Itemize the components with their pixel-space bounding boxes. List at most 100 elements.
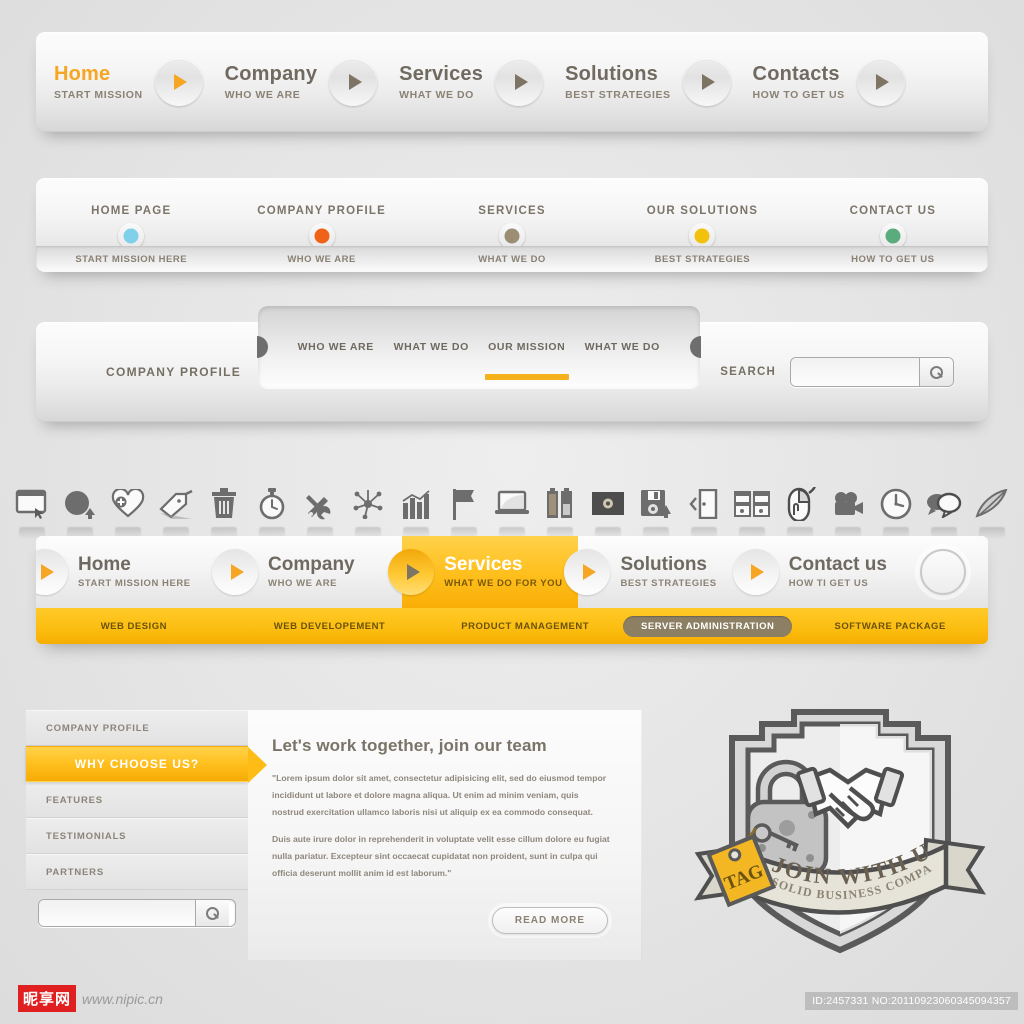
sidebar-item-company-profile[interactable]: COMPANY PROFILE [26,710,248,746]
orange-nav-item-services[interactable]: Services WHAT WE DO FOR YOU [388,536,579,608]
sidebar-search-input[interactable] [39,900,195,926]
icon-set-row [12,458,1012,528]
play-button-4[interactable] [682,58,731,106]
substrip-item-web-developement[interactable]: WEB DEVELOPEMENT [232,621,428,632]
nav-item-title: Solutions [565,62,658,85]
play-triangle-icon [751,564,765,580]
pie-chart-upload-icon[interactable] [60,480,100,528]
play-button-2[interactable] [329,58,378,106]
nav-item-title: Services [399,62,484,85]
orange-nav-title: Contact us [788,554,887,576]
trash-icon[interactable] [204,480,244,528]
floppy-save-icon[interactable] [636,480,676,528]
stopwatch-icon[interactable] [252,480,292,528]
play-button-3[interactable] [495,58,544,106]
circle-button[interactable] [920,549,966,595]
sidebar-item-testimonials[interactable]: TESTIMONIALS [26,818,248,854]
heart-plus-icon[interactable] [108,480,148,528]
search-label: SEARCH [720,366,776,378]
play-triangle-icon [406,564,420,580]
dotted-nav-subtitle: HOW TO GET US [851,253,935,265]
substrip-item-web-design[interactable]: WEB DESIGN [36,621,232,632]
dotted-nav-title: OUR SOLUTIONS [646,205,759,217]
search-input[interactable] [791,358,919,386]
orange-nav-item-contact-us[interactable]: Contact us HOW TI GET US [732,536,920,608]
orange-nav-item-company[interactable]: Company WHO WE ARE [212,536,402,608]
read-more-button[interactable]: READ MORE [491,907,608,934]
sidebar-search-area [26,890,248,927]
watermark: 昵享网 www.nipic.cn [18,985,163,1012]
substrip-item-server-administration[interactable]: SERVER ADMINISTRATION [623,615,793,637]
orange-nav-title: Services [444,554,523,576]
play-button-1[interactable] [154,58,203,106]
orange-nav-item-home[interactable]: Home START MISSION HERE [36,536,226,608]
dotted-nav-bar: HOME PAGE COMPANY PROFILE SERVICES OUR S… [36,178,988,272]
dotted-nav-subtitle: START MISSION HERE [75,253,188,265]
mouse-click-icon[interactable] [780,480,820,528]
play-button-5[interactable] [856,58,905,106]
play-button-contact[interactable] [732,549,779,595]
search-area: SEARCH [720,357,954,387]
bar-chart-icon[interactable] [396,480,436,528]
sidebar-search-box[interactable] [38,899,236,927]
panel-paragraph-1: "Lorem ipsum dolor sit amet, consectetur… [272,773,607,817]
windows-grid-icon[interactable] [732,480,772,528]
nav-item-subtitle: WHO WE ARE [224,88,301,101]
orange-substrip: WEB DESIGN WEB DEVELOPEMENT PRODUCT MANA… [36,608,988,644]
play-triangle-icon [514,74,528,90]
footer: 昵享网 www.nipic.cn ID:2457331 NO:201109230… [0,972,1024,1024]
play-button-services[interactable] [388,549,435,595]
orange-nav-item-solutions[interactable]: Solutions BEST STRATEGIES [564,536,746,608]
subtab-what-we-do[interactable]: WHAT WE DO [384,306,480,388]
substrip-item-product-management[interactable]: PRODUCT MANAGEMENT [427,621,623,632]
sidebar-item-features[interactable]: FEATURES [26,782,248,818]
content-panel: COMPANY PROFILE WHY CHOOSE US? FEATURES … [26,710,642,960]
tag-icon[interactable] [156,480,196,528]
subtab-our-mission[interactable]: OUR MISSION [479,306,575,388]
subnav-search-bar: COMPANY PROFILE WHO WE ARE WHAT WE DO OU… [36,306,988,438]
search-submit-button[interactable] [919,358,953,386]
window-folder-icon[interactable] [12,480,52,528]
play-triangle-icon [876,74,890,90]
orange-nav-title: Company [268,554,355,576]
nav-item-title: Contacts [752,62,840,85]
speech-bubbles-icon[interactable] [924,480,964,528]
nav-item-solutions[interactable]: Solutions BEST STRATEGIES [555,62,670,101]
sidebar-item-label: COMPANY PROFILE [46,722,150,734]
sidebar-item-label: TESTIMONIALS [46,830,127,842]
panel-sidebar: COMPANY PROFILE WHY CHOOSE US? FEATURES … [26,710,267,960]
nav-item-services[interactable]: Services WHAT WE DO [389,62,484,101]
nav-item-subtitle: HOW TO GET US [752,88,845,101]
network-icon[interactable] [348,480,388,528]
laptop-icon[interactable] [492,480,532,528]
search-box[interactable] [790,357,954,387]
panel-content: Let's work together, join our team "Lore… [248,710,642,960]
subtab-who-we-are[interactable]: WHO WE ARE [288,306,384,388]
play-triangle-icon [702,74,716,90]
sidebar-item-why-choose-us[interactable]: WHY CHOOSE US? [26,746,267,783]
substrip-item-software-package[interactable]: SOFTWARE PACKAGE [792,621,988,632]
tools-icon[interactable] [300,480,340,528]
dotted-nav-subtitle-strip: START MISSION HERE WHO WE ARE WHAT WE DO… [36,246,988,272]
sidebar-search-submit-button[interactable] [195,900,229,926]
subnav-brand: COMPANY PROFILE [106,365,242,379]
subtab-what-we-do-2[interactable]: WHAT WE DO [575,306,671,388]
play-button-solutions[interactable] [564,549,611,595]
sidebar-item-partners[interactable]: PARTNERS [26,854,248,890]
dotted-nav-subtitle: BEST STRATEGIES [654,253,751,265]
nav-item-company[interactable]: Company WHO WE ARE [215,63,318,101]
exit-door-icon[interactable] [684,480,724,528]
nav-item-contacts[interactable]: Contacts HOW TO GET US [743,62,845,101]
subtab-label: WHAT WE DO [584,341,660,353]
feather-pen-icon[interactable] [972,480,1012,528]
film-reel-icon[interactable] [588,480,628,528]
nav-item-home[interactable]: Home START MISSION [44,63,143,101]
dotted-nav-subtitle: WHAT WE DO [478,253,546,265]
play-button-home[interactable] [36,549,68,595]
flag-icon[interactable] [444,480,484,528]
video-camera-icon[interactable] [828,480,868,528]
battery-icon[interactable] [540,480,580,528]
clock-icon[interactable] [876,480,916,528]
orange-nav-title: Solutions [620,554,708,576]
play-button-company[interactable] [212,549,259,595]
